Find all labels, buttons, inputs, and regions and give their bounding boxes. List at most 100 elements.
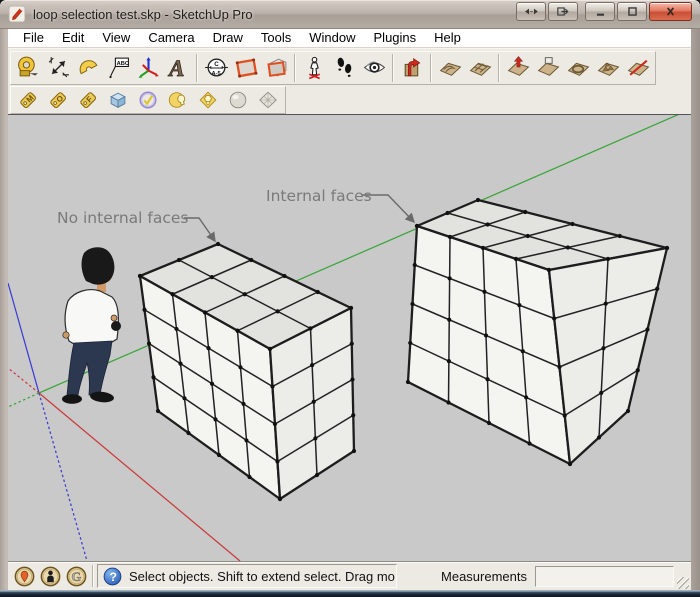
bulb-coin-button[interactable] (163, 88, 193, 112)
dimensions-icon (46, 55, 71, 80)
mesh-diamond-button[interactable] (253, 88, 283, 112)
sandbox-from-scratch-button[interactable] (465, 53, 495, 83)
bulb-gem-icon (197, 89, 219, 111)
section-cut-button[interactable] (261, 53, 291, 83)
blue-axis-dotted (39, 393, 87, 561)
menu-view[interactable]: View (93, 29, 139, 47)
help-icon[interactable]: ? (102, 566, 123, 587)
viewport-canvas[interactable]: No internal faces Internal faces (8, 115, 691, 562)
text-label-icon: ABC (106, 55, 131, 80)
red-axis-dotted (8, 368, 39, 393)
minimize-button[interactable] (585, 2, 615, 21)
blue-box-icon (107, 89, 129, 111)
check-circle-button[interactable] (133, 88, 163, 112)
fold-tool-icon (400, 55, 425, 80)
tag-o-button[interactable]: O (43, 88, 73, 112)
resize-grip[interactable] (674, 562, 691, 591)
close-button[interactable] (649, 2, 692, 21)
label-no-internal-faces-leader (184, 218, 215, 241)
statusbar-separator (92, 565, 94, 587)
sketchup-app-icon (7, 4, 27, 24)
sandbox-from-scratch-icon (468, 55, 493, 80)
add-detail-icon (596, 55, 621, 80)
svg-text:G: G (72, 570, 82, 584)
smoove-icon (506, 55, 531, 80)
look-around-button[interactable] (359, 53, 389, 83)
tag-f-icon: F (77, 89, 99, 111)
blue-axis-solid (8, 283, 39, 393)
section-cut-icon (264, 55, 289, 80)
tape-measure-button[interactable] (13, 53, 43, 83)
viewport[interactable]: No internal faces Internal faces (8, 114, 691, 561)
toolbar-separator (498, 54, 500, 82)
toolbar-separator (430, 54, 432, 82)
axes-tool-button[interactable] (133, 53, 163, 83)
detach-window-button[interactable] (548, 2, 578, 21)
sandbox-from-contours-icon (438, 55, 463, 80)
tag-m-icon: M (17, 89, 39, 111)
green-axis-dotted (8, 393, 39, 407)
measurements-label: Measurements (397, 569, 535, 584)
flip-edge-button[interactable] (623, 53, 653, 83)
titlebar[interactable]: loop selection test.skp - SketchUp Pro (0, 0, 700, 29)
menu-tools[interactable]: Tools (252, 29, 300, 47)
menu-help[interactable]: Help (425, 29, 470, 47)
smoove-button[interactable] (503, 53, 533, 83)
tag-m-button[interactable]: M (13, 88, 43, 112)
3d-text-icon: A (166, 55, 191, 80)
svg-text:ABC: ABC (116, 61, 128, 67)
section-plane-icon (234, 55, 259, 80)
right-box[interactable] (406, 198, 669, 466)
position-camera-icon (302, 55, 327, 80)
window-controls (516, 2, 692, 21)
menubar: FileEditViewCameraDrawToolsWindowPlugins… (8, 29, 691, 48)
menu-edit[interactable]: Edit (53, 29, 93, 47)
menu-draw[interactable]: Draw (204, 29, 252, 47)
mesh-diamond-icon (257, 89, 279, 111)
measurements-input[interactable] (535, 566, 674, 587)
switch-view-button[interactable] (516, 2, 546, 21)
label-no-internal-faces: No internal faces (57, 209, 215, 241)
sandbox-from-contours-button[interactable] (435, 53, 465, 83)
3d-text-button[interactable]: A (163, 53, 193, 83)
tag-f-button[interactable]: F (73, 88, 103, 112)
section-symbol-button[interactable]: CA-5 (201, 53, 231, 83)
left-box[interactable] (138, 242, 356, 501)
label-internal-faces-text: Internal faces (266, 187, 372, 205)
section-plane-button[interactable] (231, 53, 261, 83)
menu-window[interactable]: Window (300, 29, 364, 47)
section-symbol-icon: CA-5 (204, 55, 229, 80)
drape-button[interactable] (563, 53, 593, 83)
status-message: Select objects. Shift to extend select. … (129, 569, 395, 584)
stamp-button[interactable] (533, 53, 563, 83)
status-message-panel: ? Select objects. Shift to extend select… (97, 564, 397, 588)
toolbar-plugins: MOF (8, 86, 691, 114)
drape-icon (566, 55, 591, 80)
fold-tool-button[interactable] (397, 53, 427, 83)
menu-plugins[interactable]: Plugins (365, 29, 426, 47)
walk-button[interactable] (329, 53, 359, 83)
protractor-button[interactable] (73, 53, 103, 83)
position-camera-button[interactable] (299, 53, 329, 83)
menu-file[interactable]: File (14, 29, 53, 47)
svg-text:A: A (167, 56, 184, 80)
stamp-icon (536, 55, 561, 80)
protractor-icon (76, 55, 101, 80)
dimensions-button[interactable] (43, 53, 73, 83)
geolocation-medal-icon[interactable] (13, 565, 36, 588)
google-medal-icon[interactable]: G (65, 565, 88, 588)
text-label-button[interactable]: ABC (103, 53, 133, 83)
window-frame-bottom (0, 590, 700, 597)
sphere-button[interactable] (223, 88, 253, 112)
bulb-gem-button[interactable] (193, 88, 223, 112)
blue-box-button[interactable] (103, 88, 133, 112)
menu-camera[interactable]: Camera (139, 29, 203, 47)
sketchup-window: loop selection test.skp - SketchUp Pro F… (0, 0, 700, 597)
person-medal-icon[interactable] (39, 565, 62, 588)
person-figure[interactable] (62, 247, 121, 404)
add-detail-button[interactable] (593, 53, 623, 83)
check-circle-icon (137, 89, 159, 111)
svg-text:?: ? (110, 569, 117, 583)
maximize-button[interactable] (617, 2, 647, 21)
tape-measure-icon (16, 55, 41, 80)
